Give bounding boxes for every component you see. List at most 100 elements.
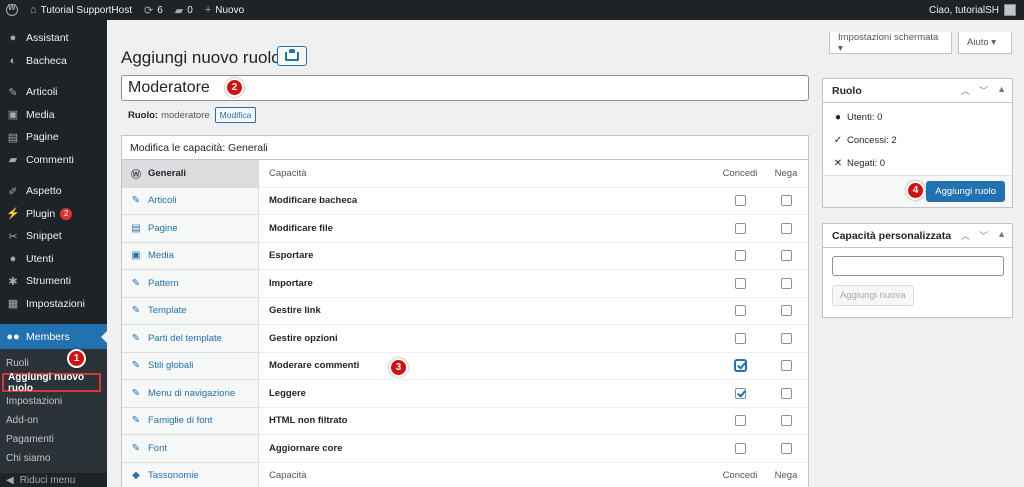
grant-checkbox[interactable]: [734, 332, 746, 344]
edit-slug-button[interactable]: Modifica: [214, 107, 257, 123]
tab-generali[interactable]: Ⓦ Generali: [122, 160, 258, 188]
table-row: Importare: [259, 270, 808, 298]
tab-label: Template: [148, 305, 187, 317]
wordpress-logo-menu[interactable]: [0, 0, 24, 20]
sidebar-item-members[interactable]: ●● Members: [0, 324, 107, 349]
tab-articoli[interactable]: ✎ Articoli: [122, 188, 258, 215]
site-name-link[interactable]: ⌂ Tutorial SupportHost: [24, 0, 138, 20]
sidebar-item-articoli[interactable]: ✎ Articoli: [0, 81, 107, 104]
plugin-icon: ⚡: [6, 208, 20, 221]
chevron-down-icon[interactable]: ﹀: [979, 229, 988, 242]
inbox-button[interactable]: [277, 46, 307, 66]
site-name: Tutorial SupportHost: [40, 4, 132, 16]
grant-checkbox[interactable]: [734, 442, 746, 454]
submenu-item-aggiungi-nuovo-ruolo[interactable]: Aggiungi nuovo ruolo: [2, 372, 101, 394]
tab-famiglie-di-font[interactable]: ✎ Famiglie di font: [122, 408, 258, 435]
deny-checkbox[interactable]: [780, 195, 792, 207]
dashboard-icon: ◐: [9, 54, 17, 67]
sidebar-item-pagine[interactable]: ▤ Pagine: [0, 126, 107, 149]
role-slug-label: Ruolo:: [128, 109, 159, 121]
deny-checkbox[interactable]: [780, 277, 792, 289]
table-row: Gestire opzioni: [259, 325, 808, 353]
updates-link[interactable]: ⟳ 6: [138, 0, 169, 20]
submenu-item-ruoli[interactable]: Ruoli: [0, 354, 107, 373]
sidebar-item-label: Utenti: [26, 252, 54, 265]
plugin-updates-badge: 2: [60, 207, 73, 220]
tab-stili-globali[interactable]: ✎ Stili globali: [122, 353, 258, 380]
brush-icon: ✐: [8, 185, 18, 198]
deny-checkbox[interactable]: [780, 222, 792, 234]
step-marker-1: 1: [67, 349, 86, 368]
table-row: Aggiornare core: [259, 435, 808, 463]
caret-up-icon[interactable]: ▲: [997, 229, 1006, 242]
capabilities-heading: Modifica le capacità: Generali: [122, 136, 808, 160]
deny-checkbox[interactable]: [780, 250, 792, 262]
sidebar-item-strumenti[interactable]: ✱ Strumenti: [0, 270, 107, 293]
caret-up-icon[interactable]: ▲: [997, 84, 1006, 97]
tab-font[interactable]: ✎ Font: [122, 435, 258, 463]
tab-tassonomie[interactable]: ◆ Tassonomie: [122, 463, 258, 487]
submenu-item-add-on[interactable]: Add-on: [0, 411, 107, 430]
tab-pagine[interactable]: ▤ Pagine: [122, 215, 258, 243]
sidebar-item-label: Bacheca: [26, 54, 67, 67]
tab-menu-di-navigazione[interactable]: ✎ Menu di navigazione: [122, 380, 258, 408]
grant-checkbox[interactable]: [734, 415, 746, 427]
sidebar-item-impostazioni[interactable]: ▦ Impostazioni: [0, 293, 107, 316]
new-content-link[interactable]: + Nuovo: [199, 0, 250, 20]
capability-label: Modificare bacheca: [269, 195, 358, 207]
sidebar-item-plugin[interactable]: ⚡ Plugin 2: [0, 203, 107, 226]
deny-checkbox[interactable]: [780, 332, 792, 344]
grant-checkbox[interactable]: [734, 387, 746, 399]
granted-count-line: ✓ Concessi: 2: [823, 129, 1012, 152]
greeting: Ciao, tutorialSH: [928, 4, 999, 16]
custom-capability-input[interactable]: [832, 256, 1004, 276]
column-capability: Capacità: [269, 167, 307, 179]
tab-parti-del-template[interactable]: ✎ Parti del template: [122, 325, 258, 353]
deny-checkbox[interactable]: [780, 305, 792, 317]
chevron-up-icon[interactable]: ︿: [961, 229, 970, 242]
chevron-down-icon[interactable]: ﹀: [979, 84, 988, 97]
tab-pattern[interactable]: ✎ Pattern: [122, 270, 258, 298]
deny-checkbox[interactable]: [780, 387, 792, 399]
capability-label: Leggere: [269, 387, 306, 399]
tab-media[interactable]: ▣ Media: [122, 243, 258, 270]
sidebar-item-bacheca[interactable]: ◐ Bacheca: [0, 50, 107, 73]
grant-checkbox[interactable]: [734, 305, 746, 317]
tab-label: Tassonomie: [148, 470, 199, 482]
role-slug-value: moderatore: [161, 109, 210, 121]
home-icon: ⌂: [30, 4, 37, 16]
wrench-icon: ✱: [8, 275, 18, 288]
sidebar-item-aspetto[interactable]: ✐ Aspetto: [0, 180, 107, 203]
sidebar-item-snippet[interactable]: ✂ Snippet: [0, 225, 107, 248]
grant-checkbox[interactable]: [734, 277, 746, 289]
denied-count: Negati: 0: [847, 158, 886, 169]
help-button[interactable]: Aiuto ▾: [958, 32, 1012, 54]
role-slug-row: Ruolo: moderatore Modifica: [128, 107, 257, 123]
refresh-icon: ⟳: [144, 4, 154, 17]
submenu-item-chi-siamo[interactable]: Chi siamo: [0, 449, 107, 468]
grant-checkbox[interactable]: [734, 195, 746, 207]
deny-checkbox[interactable]: [780, 442, 792, 454]
grant-checkbox[interactable]: [734, 360, 746, 372]
grant-checkbox[interactable]: [734, 250, 746, 262]
collapse-menu-button[interactable]: ◀ Riduci menu: [0, 473, 75, 487]
sidebar-item-assistant[interactable]: ● Assistant: [0, 27, 107, 50]
deny-checkbox[interactable]: [780, 415, 792, 427]
denied-count-line: ✕ Negati: 0: [823, 152, 1012, 175]
comments-link[interactable]: ▰ 0: [169, 0, 199, 20]
screen-options-button[interactable]: Impostazioni schermata ▾: [829, 32, 952, 54]
table-header-top: Capacità Concedi Nega: [259, 160, 808, 188]
capability-label: Gestire link: [269, 305, 321, 317]
sidebar-item-utenti[interactable]: ● Utenti: [0, 248, 107, 271]
grant-checkbox[interactable]: [734, 222, 746, 234]
tab-template[interactable]: ✎ Template: [122, 298, 258, 325]
sidebar-item-media[interactable]: ▣ Media: [0, 104, 107, 127]
sidebar-item-commenti[interactable]: ▰ Commenti: [0, 149, 107, 172]
submenu-item-impostazioni[interactable]: Impostazioni: [0, 392, 107, 411]
add-new-capability-button[interactable]: Aggiungi nuova: [832, 285, 914, 306]
chevron-up-icon[interactable]: ︿: [961, 84, 970, 97]
submenu-item-pagamenti[interactable]: Pagamenti: [0, 430, 107, 449]
add-role-button[interactable]: Aggiungi ruolo: [926, 181, 1005, 202]
deny-checkbox[interactable]: [780, 360, 792, 372]
account-menu[interactable]: Ciao, tutorialSH: [929, 4, 1024, 16]
